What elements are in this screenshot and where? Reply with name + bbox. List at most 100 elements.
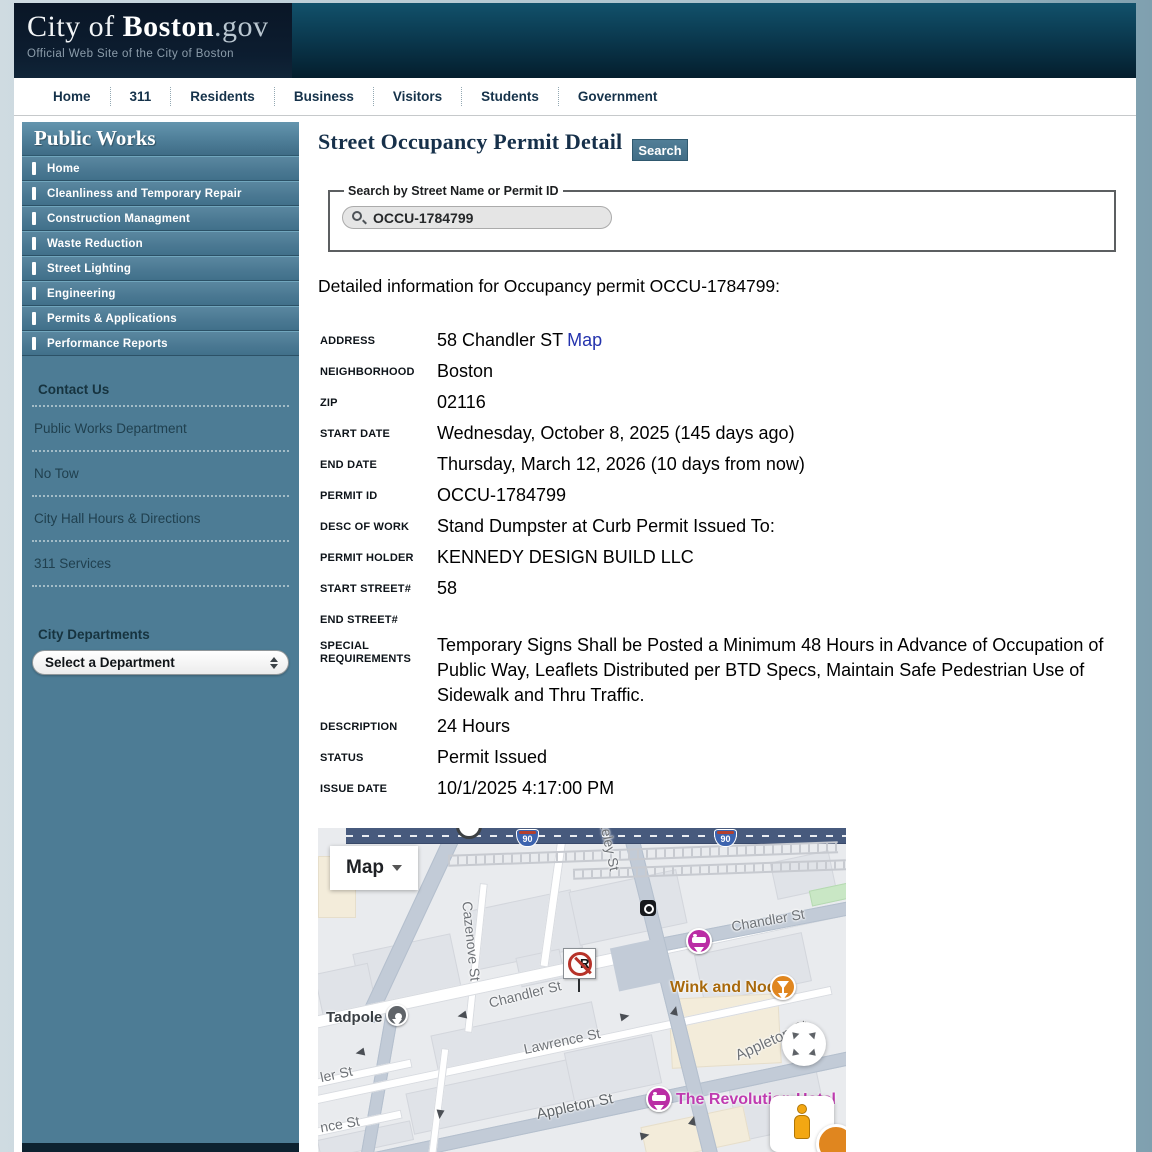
menu-bar-icon xyxy=(32,212,36,225)
sidebar-item-permits[interactable]: Permits & Applications xyxy=(22,306,299,331)
field-row-end-street: END STREET# xyxy=(320,607,1112,627)
hotel-pin-revolution[interactable] xyxy=(646,1086,672,1112)
field-label: DESC OF WORK xyxy=(320,521,410,533)
map-embed[interactable]: 90 90 Chandler St Chandler St Cazenove S… xyxy=(318,828,846,1152)
one-way-arrow xyxy=(619,1011,631,1022)
divider xyxy=(32,450,289,452)
field-row-status: STATUS Permit Issued xyxy=(320,745,1112,770)
no-parking-marker[interactable]: R xyxy=(563,948,596,979)
field-label: DESCRIPTION xyxy=(320,721,398,733)
sidebar: Public Works Home Cleanliness and Tempor… xyxy=(22,122,299,1143)
map-building xyxy=(568,869,688,946)
field-label: ISSUE DATE xyxy=(320,783,388,795)
search-button[interactable]: Search xyxy=(632,139,688,161)
search-field-wrap xyxy=(342,206,612,229)
pan-arrow-icon xyxy=(808,1048,822,1062)
sidebar-item-engineering[interactable]: Engineering xyxy=(22,281,299,306)
field-label: STATUS xyxy=(320,752,364,764)
link-311-services[interactable]: 311 Services xyxy=(32,549,289,578)
address-value: 58 Chandler ST xyxy=(437,330,564,350)
field-value: 02116 xyxy=(437,392,486,412)
field-value: 24 Hours xyxy=(437,716,511,736)
field-value: 58 Chandler ST Map xyxy=(437,328,602,353)
tadpole-pin[interactable] xyxy=(386,1004,408,1026)
field-label: NEIGHBORHOOD xyxy=(320,366,415,378)
link-city-hall-hours[interactable]: City Hall Hours & Directions xyxy=(32,504,289,533)
street-label-cut-upper: ler St xyxy=(318,1062,354,1086)
top-nav: Home 311 Residents Business Visitors Stu… xyxy=(14,78,1136,116)
nav-item-home[interactable]: Home xyxy=(34,87,110,106)
city-logo[interactable]: City of Boston.gov Official Web Site of … xyxy=(14,3,292,78)
permit-detail-fields: ADDRESS 58 Chandler ST Map NEIGHBORHOOD B… xyxy=(320,328,1112,807)
divider xyxy=(32,495,289,497)
page-title: Street Occupancy Permit Detail xyxy=(318,129,623,154)
sidebar-title: Public Works xyxy=(22,122,299,156)
sidebar-item-label: Permits & Applications xyxy=(47,312,177,325)
department-select[interactable]: Select a Department xyxy=(32,650,289,675)
one-way-arrow xyxy=(435,1109,445,1120)
divider xyxy=(32,585,289,587)
search-input[interactable] xyxy=(342,206,612,229)
field-row-description: DESCRIPTION 24 Hours xyxy=(320,714,1112,739)
no-parking-pole xyxy=(578,979,580,992)
interstate-90-shield: 90 xyxy=(516,829,539,847)
field-label: ADDRESS xyxy=(320,335,376,347)
field-row-special-requirements: SPECIAL REQUIREMENTS Temporary Signs Sha… xyxy=(320,633,1112,708)
field-value: Boston xyxy=(437,361,494,381)
pin-dot xyxy=(395,1013,402,1020)
cocktail-icon xyxy=(777,981,789,996)
search-fieldset: Search by Street Name or Permit ID xyxy=(328,184,1116,252)
link-public-works-dept[interactable]: Public Works Department xyxy=(32,414,289,443)
masthead-banner xyxy=(292,3,1136,78)
sidebar-item-label: Home xyxy=(47,162,80,175)
pan-control[interactable] xyxy=(782,1022,826,1066)
cocktail-pin[interactable] xyxy=(770,974,796,1000)
field-label: SPECIAL REQUIREMENTS xyxy=(320,640,412,665)
poi-label-tadpole[interactable]: Tadpole xyxy=(326,1009,382,1026)
nav-item-government[interactable]: Government xyxy=(557,87,677,106)
field-value: Stand Dumpster at Curb Permit Issued To: xyxy=(437,516,775,536)
status-value: Permit Issued xyxy=(437,747,548,767)
sidebar-item-home[interactable]: Home xyxy=(22,156,299,181)
sidebar-item-label: Cleanliness and Temporary Repair xyxy=(47,187,242,200)
logo-text: City of Boston.gov xyxy=(27,10,292,44)
nav-item-residents[interactable]: Residents xyxy=(170,87,274,106)
field-row-zip: ZIP 02116 xyxy=(320,390,1112,415)
map-link[interactable]: Map xyxy=(567,330,602,350)
site-tagline: Official Web Site of the City of Boston xyxy=(27,48,234,60)
field-row-start-date: START DATE Wednesday, October 8, 2025 (1… xyxy=(320,421,1112,446)
poi-label-wink-and-nod[interactable]: Wink and Nod xyxy=(670,979,777,997)
sidebar-item-cleanliness[interactable]: Cleanliness and Temporary Repair xyxy=(22,181,299,206)
sidebar-item-construction[interactable]: Construction Managment xyxy=(22,206,299,231)
field-label: PERMIT ID xyxy=(320,490,378,502)
field-label: ZIP xyxy=(320,397,338,409)
sidebar-item-performance[interactable]: Performance Reports xyxy=(22,331,299,356)
select-arrows-icon xyxy=(270,656,278,669)
nav-item-students[interactable]: Students xyxy=(461,87,558,106)
sidebar-item-label: Engineering xyxy=(47,287,116,300)
sidebar-item-label: Performance Reports xyxy=(47,337,168,350)
sidebar-footer-bar xyxy=(22,1143,299,1152)
pan-arrow-icon xyxy=(808,1026,822,1040)
search-icon xyxy=(352,211,362,221)
sidebar-item-waste[interactable]: Waste Reduction xyxy=(22,231,299,256)
search-legend: Search by Street Name or Permit ID xyxy=(348,184,559,198)
nav-item-visitors[interactable]: Visitors xyxy=(372,87,461,106)
field-row-neighborhood: NEIGHBORHOOD Boston xyxy=(320,359,1112,384)
divider xyxy=(32,405,289,407)
link-no-tow[interactable]: No Tow xyxy=(32,459,289,488)
menu-bar-icon xyxy=(32,162,36,175)
field-label: END STREET# xyxy=(320,614,398,626)
sidebar-item-street-lighting[interactable]: Street Lighting xyxy=(22,256,299,281)
nav-item-business[interactable]: Business xyxy=(273,87,373,106)
hotel-pin[interactable] xyxy=(686,928,712,954)
nav-item-311[interactable]: 311 xyxy=(109,87,171,106)
menu-bar-icon xyxy=(32,337,36,350)
city-departments-heading: City Departments xyxy=(38,627,150,642)
no-parking-circle: R xyxy=(568,952,592,976)
chevron-down-icon xyxy=(392,865,402,871)
field-row-permit-holder: PERMIT HOLDER KENNEDY DESIGN BUILD LLC xyxy=(320,545,1112,570)
bed-icon xyxy=(692,934,706,943)
transit-station-icon[interactable] xyxy=(640,900,656,916)
map-type-button[interactable]: Map xyxy=(330,846,418,890)
